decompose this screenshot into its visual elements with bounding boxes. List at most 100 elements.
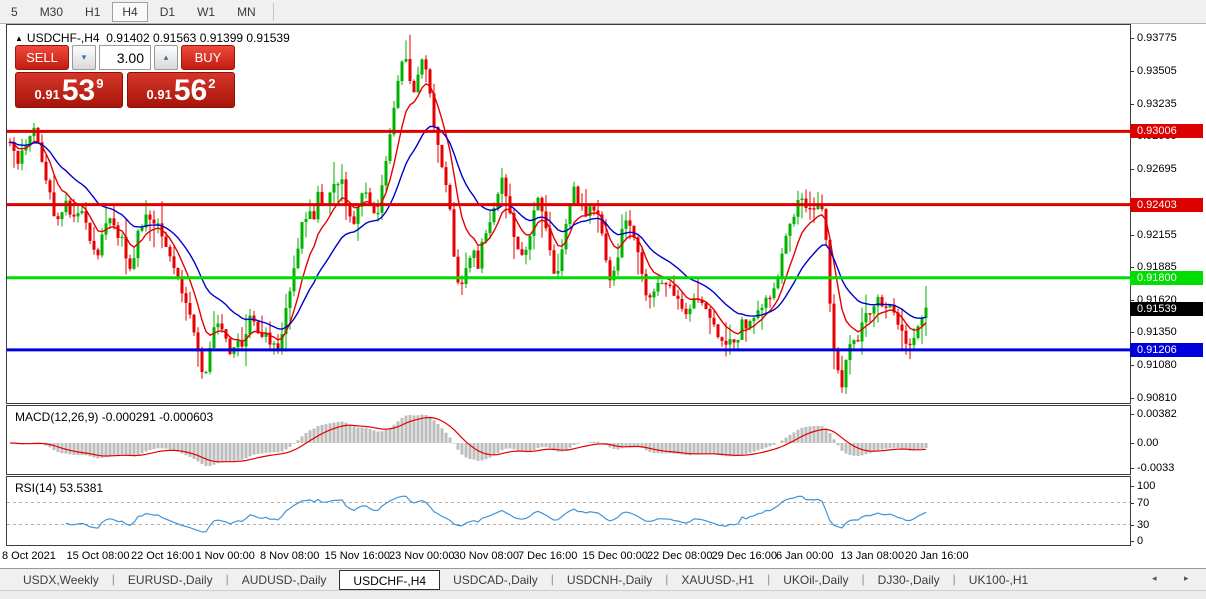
chart-symbol-period: USDCHF-,H4 [26, 31, 100, 45]
volume-decrease-button[interactable]: ▾ [72, 45, 96, 70]
timeframe-button-h4[interactable]: H4 [112, 1, 148, 22]
rsi-tick-dash [1130, 486, 1134, 487]
buy-button[interactable]: BUY [181, 45, 235, 70]
timeframe-button-h1[interactable]: H1 [75, 2, 110, 22]
volume-input[interactable] [99, 45, 151, 70]
time-axis-label: 8 Oct 2021 [2, 550, 56, 562]
chart-title: ▲ USDCHF-,H4 0.91402 0.91563 0.91399 0.91… [15, 31, 290, 45]
tab-usdcad-daily[interactable]: USDCAD-,Daily [440, 569, 551, 590]
chart-ohlc-values: 0.91402 0.91563 0.91399 0.91539 [106, 31, 290, 45]
macd-tick-dash [1130, 413, 1134, 415]
sell-price-display[interactable]: 0.91 53 9 [15, 72, 123, 108]
main-chart-panel[interactable]: ▲ USDCHF-,H4 0.91402 0.91563 0.91399 0.91… [6, 24, 1131, 404]
time-axis-label: 8 Nov 08:00 [260, 550, 320, 562]
macd-tick-label: -0.0033 [1137, 462, 1175, 475]
price-badge: 0.92403 [1130, 197, 1203, 212]
price-tick-label: 0.91080 [1137, 359, 1177, 372]
rsi-indicator-panel[interactable]: RSI(14) 53.5381 [6, 476, 1131, 546]
time-axis-label: 22 Oct 16:00 [131, 550, 194, 562]
one-click-trade-widget: SELL ▾ ▴ BUY 0.91539 0.91562 [15, 45, 235, 108]
price-tick-dash [1130, 397, 1134, 399]
price-tick-dash [1130, 332, 1134, 334]
tab-dj30-daily[interactable]: DJ30-,Daily [865, 569, 953, 590]
buy-price-pips: 56 [173, 74, 208, 107]
toolbar-separator [272, 2, 274, 21]
sell-price-point: 9 [96, 76, 104, 91]
price-tick-label: 0.90810 [1137, 391, 1177, 404]
timeframe-button-5[interactable]: 5 [1, 2, 28, 22]
chevron-down-icon: ▾ [81, 52, 87, 62]
mt4-window: 5 M30 H1 H4 D1 W1 MN ▲ USDCHF-,H4 0.91402 0.915… [0, 0, 1206, 599]
timeframe-toolbar: 5 M30 H1 H4 D1 W1 MN [0, 0, 1206, 24]
price-tick-label: 0.92155 [1137, 228, 1177, 241]
sell-price-pips: 53 [61, 74, 96, 107]
timeframe-button-w1[interactable]: W1 [187, 2, 225, 22]
time-axis-label: 6 Jan 00:00 [776, 550, 834, 562]
price-tick-dash [1130, 103, 1134, 105]
time-axis-label: 7 Dec 16:00 [518, 550, 578, 562]
price-tick-dash [1130, 267, 1134, 269]
rsi-tick-dash [1130, 541, 1134, 542]
tab-scroll-left-icon[interactable]: ◂ [1152, 573, 1157, 584]
rsi-tick-label: 70 [1137, 496, 1150, 509]
time-axis-label: 23 Nov 00:00 [389, 550, 455, 562]
tab-xauusd-h1[interactable]: XAUUSD-,H1 [668, 569, 767, 590]
time-axis-label: 15 Oct 08:00 [66, 550, 130, 562]
timeframe-button-mn[interactable]: MN [227, 2, 266, 22]
tab-audusd-daily[interactable]: AUDUSD-,Daily [229, 569, 340, 590]
rsi-tick-dash [1130, 502, 1134, 504]
time-axis-label: 29 Dec 16:00 [711, 550, 777, 562]
price-tick-label: 0.93775 [1137, 32, 1177, 44]
buy-price-display[interactable]: 0.91 56 2 [127, 72, 235, 108]
time-axis-label: 13 Jan 08:00 [840, 550, 905, 562]
chevron-up-icon: ▴ [163, 52, 169, 62]
macd-tick-dash [1130, 443, 1134, 444]
rsi-tick-label: 30 [1137, 518, 1150, 531]
price-badge: 0.91800 [1130, 270, 1203, 285]
bottom-strip [0, 590, 1206, 599]
timeframe-button-m30[interactable]: M30 [30, 2, 73, 22]
price-tick-dash [1130, 169, 1134, 171]
chart-tab-bar: USDX,Weekly | EURUSD-,Daily | AUDUSD-,Daily U… [0, 568, 1206, 590]
price-badge: 0.91206 [1130, 342, 1203, 357]
tab-usdcnh-daily[interactable]: USDCNH-,Daily [554, 569, 665, 590]
macd-label: MACD(12,26,9) -0.000291 -0.000603 [15, 410, 214, 424]
macd-indicator-panel[interactable]: MACD(12,26,9) -0.000291 -0.000603 [6, 405, 1131, 475]
time-axis-label: 1 Nov 00:00 [195, 550, 255, 562]
sell-button[interactable]: SELL [15, 45, 69, 70]
price-badge: 0.93006 [1130, 124, 1203, 139]
tab-eurusd-daily[interactable]: EURUSD-,Daily [115, 569, 226, 590]
tab-ukoil-daily[interactable]: UKOil-,Daily [770, 569, 861, 590]
rsi-label: RSI(14) 53.5381 [15, 481, 104, 495]
tab-usdchf-h4[interactable]: USDCHF-,H4 [339, 570, 441, 590]
time-axis-label: 22 Dec 08:00 [647, 550, 713, 562]
price-tick-label: 0.92695 [1137, 163, 1177, 176]
buy-price-point: 2 [208, 76, 216, 91]
tab-usdx-weekly[interactable]: USDX,Weekly [10, 569, 112, 590]
macd-tick-label: 0.00382 [1137, 407, 1177, 420]
time-axis-label: 30 Nov 08:00 [453, 550, 519, 562]
collapse-icon[interactable]: ▲ [15, 34, 23, 43]
macd-values: -0.000291 -0.000603 [101, 410, 214, 424]
time-axis-label: 20 Jan 16:00 [905, 550, 969, 562]
volume-increase-button[interactable]: ▴ [154, 45, 178, 70]
tab-uk100-h1[interactable]: UK100-,H1 [956, 569, 1041, 590]
rsi-tick-dash [1130, 524, 1134, 526]
time-axis-label: 15 Dec 00:00 [582, 550, 648, 562]
time-axis-label: 15 Nov 16:00 [324, 550, 390, 562]
rsi-tick-label: 100 [1137, 480, 1156, 492]
macd-tick-label: 0.00 [1137, 437, 1159, 449]
timeframe-button-d1[interactable]: D1 [150, 2, 185, 22]
macd-tick-dash [1130, 468, 1134, 470]
price-tick-dash [1130, 365, 1134, 367]
tab-scroll-right-icon[interactable]: ▸ [1184, 573, 1189, 584]
price-tick-dash [1130, 299, 1134, 301]
time-axis: 8 Oct 2021 15 Oct 08:00 22 Oct 16:00 1 Nov … [0, 546, 1206, 568]
price-tick-label: 0.93235 [1137, 97, 1177, 110]
price-badge: 0.91539 [1130, 302, 1203, 317]
price-tick-label: 0.91350 [1137, 326, 1177, 339]
price-tick-dash [1130, 70, 1134, 72]
rsi-value: 53.5381 [59, 481, 104, 495]
price-tick-dash [1130, 234, 1134, 236]
price-tick-label: 0.93505 [1137, 64, 1177, 77]
